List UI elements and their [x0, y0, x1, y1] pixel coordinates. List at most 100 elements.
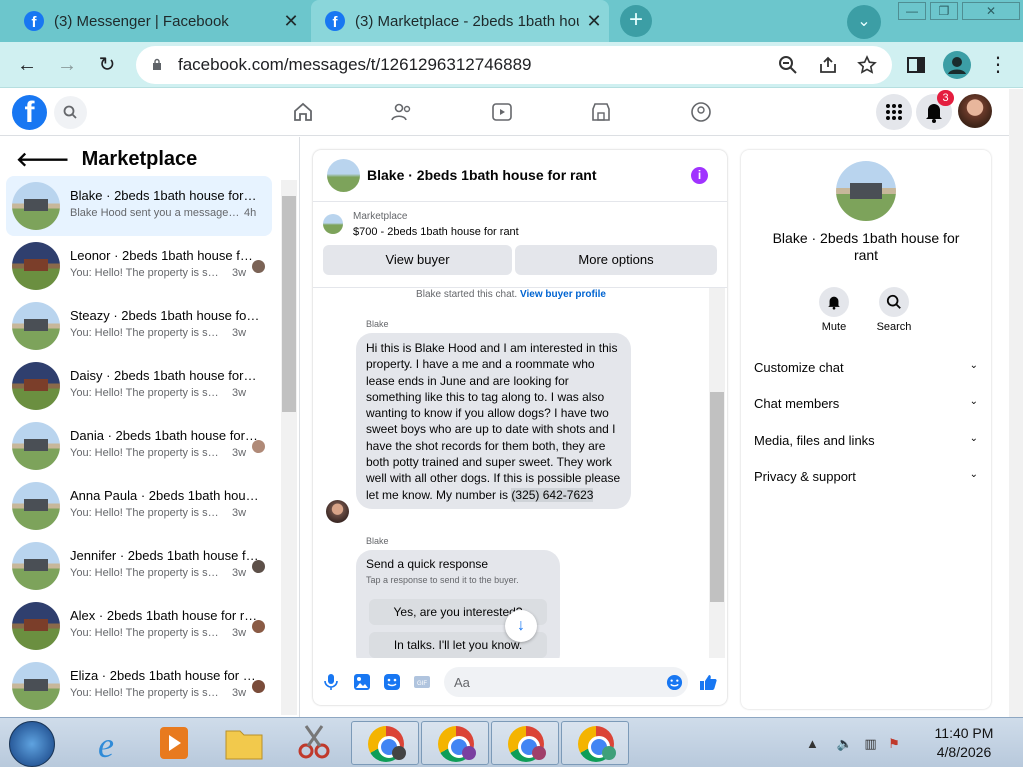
file-explorer-icon[interactable]	[210, 721, 278, 765]
bookmark-star-icon[interactable]	[857, 55, 877, 75]
system-clock[interactable]: 11:40 PM 4/8/2026	[924, 724, 1004, 762]
thumbs-up-icon[interactable]	[699, 673, 717, 691]
action-center-icon[interactable]: ⚑	[888, 736, 900, 751]
sender-name: Blake	[366, 319, 389, 329]
emoji-icon[interactable]	[666, 674, 683, 691]
conversation-item[interactable]: Daisy · 2beds 1bath house for rant You: …	[6, 356, 272, 416]
new-tab-button[interactable]: +	[620, 5, 652, 37]
media-player-icon[interactable]	[140, 721, 208, 765]
search-conversation-button[interactable]: Search	[874, 287, 914, 333]
address-bar[interactable]: facebook.com/messages/t/1261296312746889	[136, 46, 892, 84]
sender-avatar[interactable]	[326, 500, 349, 523]
restore-button[interactable]: ❐	[930, 2, 958, 20]
listing-thumbnail	[12, 242, 60, 290]
chrome-window-button[interactable]	[561, 721, 629, 765]
listing-thumbnail	[12, 602, 60, 650]
conversation-item[interactable]: Jennifer · 2beds 1bath house for rant Yo…	[6, 536, 272, 596]
privacy-support-section[interactable]: Privacy & support ⌄	[754, 469, 978, 484]
info-icon[interactable]: i	[691, 167, 708, 184]
groups-icon[interactable]	[690, 101, 712, 123]
conversation-item[interactable]: Eliza · 2beds 1bath house for rant You: …	[6, 656, 272, 716]
conversation-preview: You: Hello! The property is still availa…	[70, 387, 220, 399]
listing-thumbnail	[12, 302, 60, 350]
menu-button[interactable]	[876, 94, 912, 130]
phone-number[interactable]: (325) 642-7623	[511, 487, 594, 502]
zoom-icon[interactable]	[778, 55, 798, 75]
microphone-icon[interactable]	[322, 673, 340, 691]
facebook-logo-icon[interactable]: f	[12, 95, 47, 130]
listing-title[interactable]: $700 - 2beds 1bath house for rant	[353, 226, 519, 238]
facebook-favicon-icon: f	[24, 11, 44, 31]
show-hidden-icons-icon[interactable]: ▲	[806, 736, 819, 751]
chat-members-section[interactable]: Chat members ⌄	[754, 396, 978, 411]
customize-chat-section[interactable]: Customize chat ⌄	[754, 360, 978, 375]
side-panel-icon[interactable]	[906, 55, 926, 75]
photo-icon[interactable]	[353, 673, 371, 691]
view-buyer-profile-link[interactable]: View buyer profile	[520, 289, 606, 300]
tab-messenger[interactable]: f (3) Messenger | Facebook ✕	[10, 0, 306, 42]
view-buyer-button[interactable]: View buyer	[323, 245, 512, 275]
search-button[interactable]	[54, 96, 87, 129]
section-label: Privacy & support	[754, 469, 856, 484]
chat-scrollbar[interactable]	[709, 288, 725, 658]
conversation-preview: You: Hello! The property is still availa…	[70, 327, 220, 339]
home-icon[interactable]	[292, 101, 314, 123]
listing-thumbnail	[327, 159, 360, 192]
conversation-item[interactable]: Blake · 2beds 1bath house for rant Blake…	[6, 176, 272, 236]
chat-title[interactable]: Blake · 2beds 1bath house for rant	[367, 167, 597, 183]
chevron-down-icon: ⌄	[969, 360, 978, 371]
sticker-icon[interactable]	[383, 673, 401, 691]
sidebar-header: 🡐 Marketplace	[16, 147, 197, 172]
reload-icon[interactable]: ↻	[96, 54, 118, 76]
message-input[interactable]	[444, 667, 688, 697]
listing-thumbnail	[12, 482, 60, 530]
menu-kebab-icon[interactable]: ⋮	[987, 54, 1009, 76]
back-arrow-icon[interactable]: ←	[16, 54, 38, 76]
forward-arrow-icon[interactable]: →	[56, 54, 78, 76]
volume-icon[interactable]: 🔈	[837, 736, 853, 751]
message-thread: Blake started this chat. View buyer prof…	[313, 288, 709, 658]
mute-button[interactable]: Mute	[814, 287, 854, 333]
conversation-item[interactable]: Leonor · 2beds 1bath house for rant You:…	[6, 236, 272, 296]
scrollbar-thumb[interactable]	[282, 196, 296, 412]
listing-card: Marketplace $700 - 2beds 1bath house for…	[313, 203, 727, 288]
marketplace-icon[interactable]	[590, 101, 612, 123]
scrollbar-thumb[interactable]	[710, 392, 724, 602]
conversation-item[interactable]: Steazy · 2beds 1bath house for rant You:…	[6, 296, 272, 356]
sidebar-scrollbar[interactable]	[281, 180, 297, 715]
friends-icon[interactable]	[391, 101, 413, 123]
close-window-button[interactable]: ✕	[962, 2, 1020, 20]
minimize-button[interactable]: —	[898, 2, 926, 20]
start-button[interactable]	[9, 721, 55, 767]
more-options-button[interactable]: More options	[515, 245, 717, 275]
tab-marketplace[interactable]: f (3) Marketplace - 2beds 1bath house fo…	[311, 0, 609, 42]
media-files-links-section[interactable]: Media, files and links ⌄	[754, 433, 978, 448]
conversation-time: 3w	[232, 567, 247, 579]
tab-search-chevron-icon[interactable]: ⌄	[847, 5, 881, 39]
snipping-tool-icon[interactable]	[280, 721, 348, 765]
chrome-window-button[interactable]	[491, 721, 559, 765]
profile-icon[interactable]	[943, 51, 971, 79]
chrome-window-button[interactable]	[351, 721, 419, 765]
watch-icon[interactable]	[491, 101, 513, 123]
share-icon[interactable]	[818, 55, 838, 75]
scroll-down-arrow-icon[interactable]: ↓	[505, 610, 537, 642]
conversation-title: Leonor · 2beds 1bath house for rant	[70, 248, 260, 263]
gif-icon[interactable]: GIF	[413, 673, 431, 691]
network-icon[interactable]: ▥	[864, 736, 876, 751]
windows-taskbar: e ▲ 🔈 ▥ ⚑ 11:40 PM 4/8/2026	[0, 717, 1023, 767]
internet-explorer-icon[interactable]: e	[72, 721, 140, 765]
close-tab-icon[interactable]: ✕	[579, 11, 609, 32]
conversation-title: Dania · 2beds 1bath house for rant	[70, 428, 260, 443]
account-avatar[interactable]	[958, 94, 992, 128]
chrome-window-button[interactable]	[421, 721, 489, 765]
chat-started-text: Blake started this chat.	[416, 289, 518, 300]
conversation-item[interactable]: Dania · 2beds 1bath house for rant You: …	[6, 416, 272, 476]
page-scrollbar[interactable]	[1009, 89, 1023, 717]
conversation-item[interactable]: Alex · 2beds 1bath house for rant You: H…	[6, 596, 272, 656]
back-arrow-icon[interactable]: 🡐	[16, 147, 70, 172]
conversation-item[interactable]: Anna Paula · 2beds 1bath house for rant …	[6, 476, 272, 536]
close-tab-icon[interactable]: ✕	[276, 11, 306, 32]
conversation-info-title: Blake · 2beds 1bath house for rant	[772, 230, 960, 263]
message-text: Hi this is Blake Hood and I am intereste…	[366, 341, 621, 502]
